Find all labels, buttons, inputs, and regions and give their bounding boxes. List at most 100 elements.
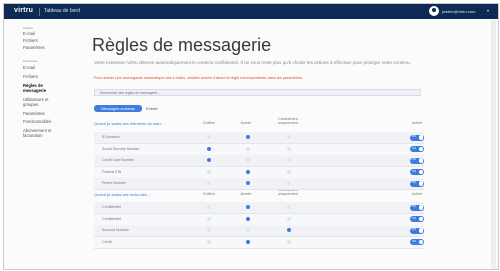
avertir-radio[interactable] <box>246 216 250 221</box>
chiffrer-radio[interactable] <box>207 205 211 209</box>
user-email[interactable]: jweber@virtru.com <box>442 9 475 14</box>
enabled-toggle[interactable]: ON <box>410 180 424 187</box>
chevron-down-icon[interactable]: ▾ <box>487 8 489 13</box>
scrollbar[interactable] <box>491 20 496 269</box>
chiffrer-radio[interactable] <box>207 146 211 151</box>
app-window: virtru Tableau de bord jweber@virtru.com… <box>3 3 499 270</box>
contraindre-radio[interactable] <box>287 158 291 162</box>
contraindre-radio[interactable] <box>287 181 291 185</box>
rule-row: Social Security Number ON <box>94 143 424 156</box>
toggle-label: ON <box>412 158 416 162</box>
rule-label: Phone Number <box>102 181 127 185</box>
avertir-radio[interactable] <box>246 158 250 162</box>
rule-label: Social Security Number <box>102 146 140 151</box>
contraindre-radio[interactable] <box>287 169 291 174</box>
rule-label: Confidentiel <box>102 216 121 221</box>
avertir-radio[interactable] <box>246 135 250 139</box>
enabled-toggle[interactable]: ON <box>410 216 424 222</box>
rule-row: Confidentiel ON <box>94 213 424 226</box>
sidebar-item-abonnement[interactable]: Abonnement et facturation <box>23 128 67 138</box>
col-active: Activé <box>411 121 423 125</box>
section-header-types: Quand je saisis des éléments de natu… Ch… <box>94 117 424 131</box>
contraindre-radio[interactable] <box>287 146 291 151</box>
sidebar-item-fonctionnalites[interactable]: Fonctionnalités <box>23 119 51 124</box>
avertir-radio[interactable] <box>246 239 250 244</box>
contraindre-radio[interactable] <box>287 239 291 244</box>
avertir-radio[interactable] <box>246 205 250 209</box>
col-avertir: Avertir <box>240 192 252 196</box>
sidebar-section-analyse: Analyse <box>23 26 33 30</box>
rule-row: Phone Number ON <box>94 178 424 190</box>
top-bar: virtru Tableau de bord jweber@virtru.com… <box>4 4 498 19</box>
enabled-toggle[interactable]: ON <box>410 134 424 141</box>
enabled-toggle[interactable]: ON <box>410 146 424 152</box>
enabled-toggle[interactable]: ON <box>410 239 424 245</box>
contraindre-radio[interactable] <box>287 228 291 232</box>
toggle-label: ON <box>412 146 416 150</box>
enabled-toggle[interactable]: ON <box>410 227 424 234</box>
sidebar-section-parametres: Paramètres <box>23 59 38 63</box>
toggle-label: ON <box>412 228 416 232</box>
topbar-title[interactable]: Tableau de bord <box>44 8 80 14</box>
rule-row: Federal EIN ON <box>94 166 424 179</box>
chiffrer-radio[interactable] <box>207 181 211 185</box>
page-title: Règles de messagerie <box>92 35 272 55</box>
warning-text: Pour activer une sauvegarde automatique … <box>94 76 304 80</box>
sidebar-item-email[interactable]: E-mail <box>23 65 35 70</box>
toggle-label: ON <box>412 181 416 185</box>
rule-row: ID Amazon ON <box>94 132 424 144</box>
chiffrer-radio[interactable] <box>207 239 211 244</box>
toggle-label: ON <box>412 216 416 220</box>
sidebar-item-analyse-fichiers[interactable]: Fichiers <box>23 38 38 43</box>
rule-row: Crédit ON <box>94 236 424 249</box>
enabled-toggle[interactable]: ON <box>410 157 424 164</box>
chiffrer-radio[interactable] <box>207 135 211 139</box>
chiffrer-radio[interactable] <box>207 158 211 162</box>
rule-row: Account Number ON <box>94 225 424 237</box>
toggle-label: ON <box>412 239 416 243</box>
contraindre-radio[interactable] <box>287 216 291 221</box>
sidebar-item-regles-messagerie[interactable]: Règles de messagerie <box>23 83 63 93</box>
section-title-keywords[interactable]: Quand je saisis ces mots-clés… <box>94 192 151 197</box>
section-header-keywords: Quand je saisis ces mots-clés… Chiffrer … <box>94 188 424 202</box>
col-active: Activé <box>411 192 423 196</box>
contraindre-radio[interactable] <box>287 205 291 209</box>
enabled-toggle[interactable]: ON <box>410 204 424 211</box>
sidebar-item-parametres[interactable]: Paramètres <box>23 111 45 116</box>
user-avatar-icon[interactable] <box>429 6 439 16</box>
rule-label: ID Amazon <box>102 135 120 139</box>
rule-row: Confidentiel ON <box>94 202 424 214</box>
sidebar: Analyse E-mail Fichiers Paramètres Param… <box>4 19 74 269</box>
rule-label: Confidentiel <box>102 205 121 209</box>
rule-label: Account Number <box>102 228 129 232</box>
avertir-radio[interactable] <box>246 181 250 185</box>
toggle-label: ON <box>412 135 416 139</box>
rule-label: Federal EIN <box>102 169 122 174</box>
section-title-types[interactable]: Quand je saisis des éléments de natu… <box>94 121 165 126</box>
rule-row: Credit Card Number ON <box>94 155 424 167</box>
col-contraindre: Contraindre uniquement <box>278 117 298 125</box>
sidebar-item-analyse-email[interactable]: E-mail <box>23 31 35 36</box>
avertir-radio[interactable] <box>246 169 250 174</box>
col-avertir: Avertir <box>240 121 252 125</box>
tab-entree[interactable]: Entrée <box>146 105 158 112</box>
sidebar-item-utilisateurs[interactable]: Utilisateurs et groupes <box>23 97 63 107</box>
rule-label: Crédit <box>102 239 112 244</box>
sidebar-item-fichiers[interactable]: Fichiers <box>23 74 38 79</box>
brand-logo[interactable]: virtru <box>14 7 33 14</box>
chiffrer-radio[interactable] <box>207 169 211 174</box>
search-input[interactable] <box>94 89 421 96</box>
toggle-label: ON <box>412 169 416 173</box>
enabled-toggle[interactable]: ON <box>410 169 424 175</box>
col-chiffrer: Chiffrer <box>202 121 216 125</box>
rule-label: Credit Card Number <box>102 158 135 162</box>
tab-messages-sortants[interactable]: Messages sortants <box>94 105 142 112</box>
sidebar-item-analyse-parametres[interactable]: Paramètres <box>23 45 45 50</box>
chiffrer-radio[interactable] <box>207 216 211 221</box>
avertir-radio[interactable] <box>246 146 250 151</box>
brand-divider <box>39 8 40 16</box>
avertir-radio[interactable] <box>246 228 250 232</box>
chiffrer-radio[interactable] <box>207 228 211 232</box>
col-chiffrer: Chiffrer <box>202 192 216 196</box>
contraindre-radio[interactable] <box>287 135 291 139</box>
